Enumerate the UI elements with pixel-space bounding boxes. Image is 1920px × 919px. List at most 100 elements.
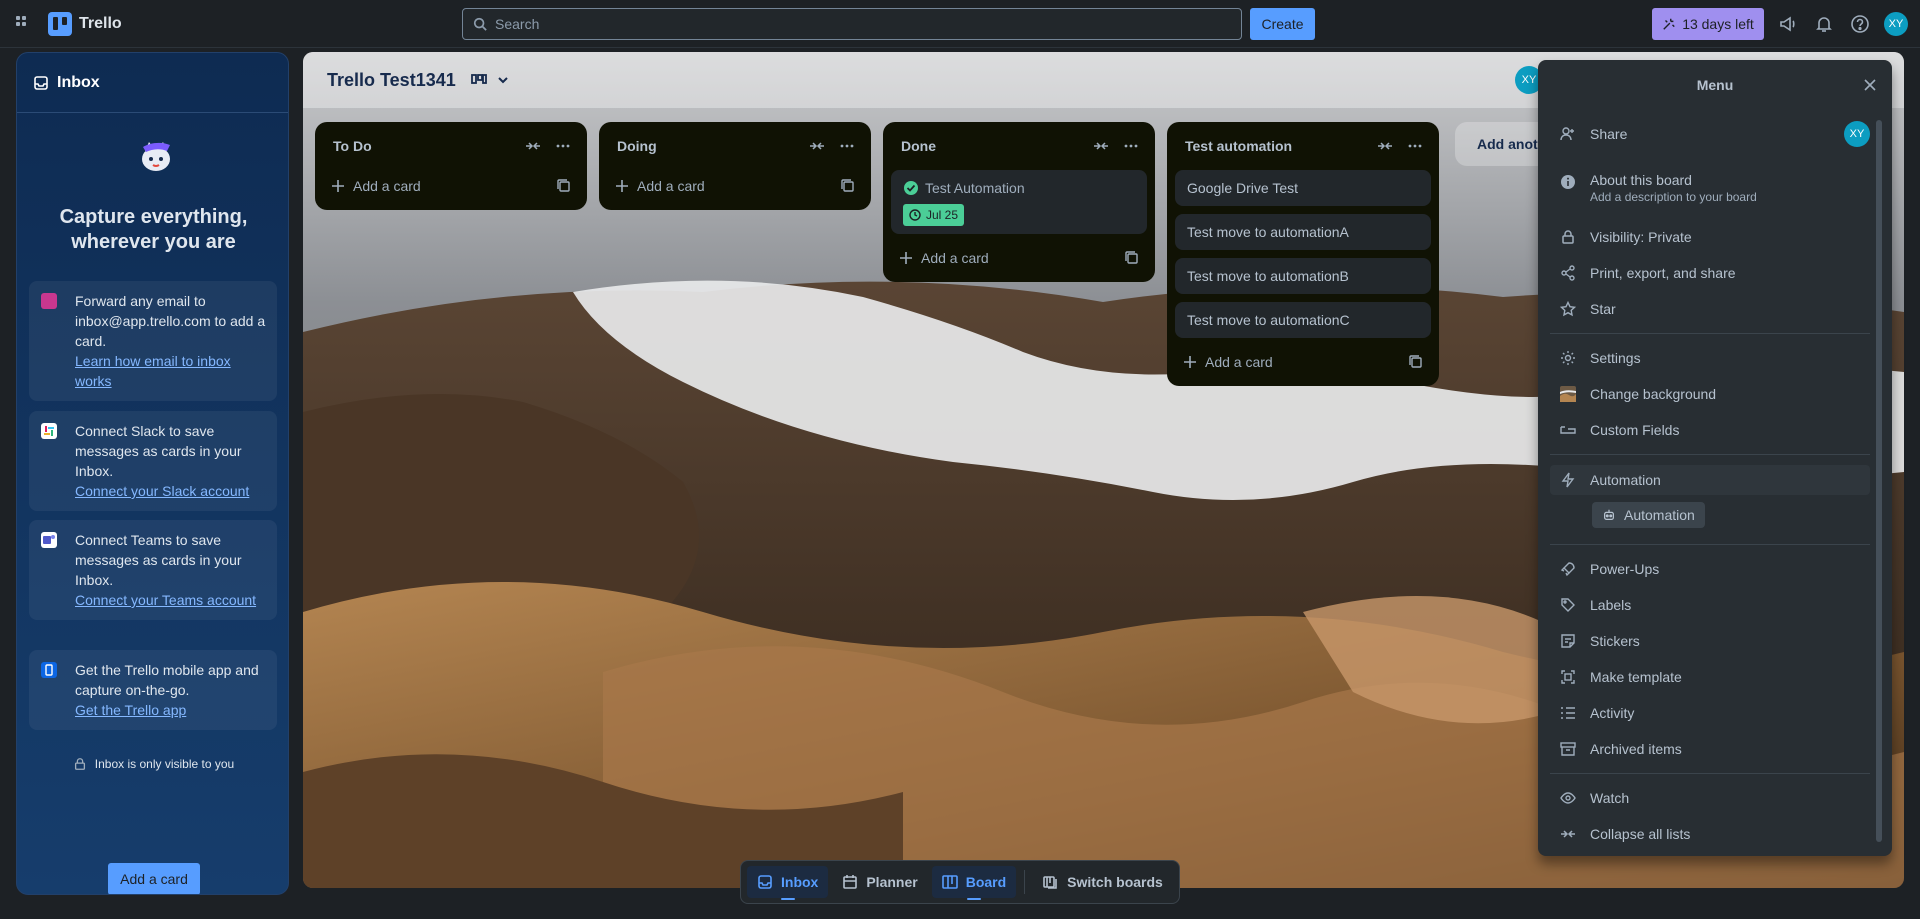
card[interactable]: Test move to automationC: [1175, 302, 1431, 338]
list-title[interactable]: Test automation: [1185, 138, 1292, 154]
automation-label: Automation: [1590, 472, 1661, 488]
add-card-label: Add a card: [921, 250, 989, 266]
menu-item-power-ups[interactable]: Power-Ups: [1550, 559, 1870, 579]
bottom-navigation: Inbox Planner Board Switch boards: [740, 860, 1180, 904]
list-title[interactable]: To Do: [333, 138, 372, 154]
tip-slack-text: Connect Slack to save messages as cards …: [75, 423, 242, 479]
menu-item-about[interactable]: About this board Add a description to you…: [1550, 172, 1870, 204]
menu-item-custom-fields[interactable]: Custom Fields: [1550, 420, 1870, 440]
menu-item-share[interactable]: Share XY: [1550, 121, 1870, 147]
search-box[interactable]: [462, 8, 1242, 40]
collapse-icon[interactable]: [525, 138, 541, 154]
watch-label: Watch: [1590, 790, 1630, 806]
due-date-badge[interactable]: Jul 25: [903, 204, 965, 226]
card[interactable]: Test Automation Jul 25: [891, 170, 1147, 234]
archive-icon: [1560, 742, 1576, 756]
teams-icon: [41, 532, 57, 548]
menu-item-settings[interactable]: Settings: [1550, 348, 1870, 368]
connect-teams-link[interactable]: Connect your Teams account: [75, 590, 267, 610]
automation-chip-label: Automation: [1624, 507, 1695, 523]
about-title: About this board: [1590, 172, 1692, 188]
menu-item-automation[interactable]: Automation: [1550, 465, 1870, 495]
inbox-privacy: Inbox is only visible to you: [17, 757, 288, 771]
trello-logo-icon: [48, 12, 72, 36]
add-card-button[interactable]: Add a card: [607, 170, 863, 202]
list-title[interactable]: Doing: [617, 138, 657, 154]
chevron-down-icon[interactable]: [496, 73, 510, 87]
nav-switch-boards[interactable]: Switch boards: [1033, 866, 1173, 898]
template-icon[interactable]: [1125, 251, 1139, 265]
trial-badge[interactable]: 13 days left: [1652, 8, 1764, 40]
user-avatar[interactable]: XY: [1884, 12, 1908, 36]
inbox-headline: Capture everything, wherever you are: [59, 206, 248, 253]
megaphone-icon[interactable]: [1778, 14, 1798, 34]
add-card-button[interactable]: Add a card: [891, 242, 1147, 274]
menu-divider: [1550, 544, 1870, 545]
more-icon[interactable]: [1407, 138, 1423, 154]
menu-item-make-template[interactable]: Make template: [1550, 667, 1870, 687]
menu-item-watch[interactable]: Watch: [1550, 788, 1870, 808]
top-bar: Trello Create 13 days left XY: [0, 0, 1920, 48]
more-icon[interactable]: [839, 138, 855, 154]
tip-teams: Connect Teams to save messages as cards …: [29, 520, 277, 620]
connect-slack-link[interactable]: Connect your Slack account: [75, 481, 267, 501]
nav-inbox[interactable]: Inbox: [747, 866, 829, 898]
gear-icon: [1561, 351, 1575, 365]
menu-item-activity[interactable]: Activity: [1550, 703, 1870, 723]
list-doing: Doing Add a card: [599, 122, 871, 210]
inbox-add-card-button[interactable]: Add a card: [108, 863, 200, 894]
automation-chip[interactable]: Automation: [1592, 502, 1705, 528]
learn-email-link[interactable]: Learn how email to inbox works: [75, 351, 267, 391]
plus-icon: [1184, 356, 1196, 368]
card[interactable]: Test move to automationA: [1175, 214, 1431, 250]
check-circle-icon[interactable]: [903, 180, 919, 196]
board-menu-panel: Menu Share XY About this board Add a desc…: [1538, 60, 1892, 856]
help-icon[interactable]: [1850, 14, 1870, 34]
template-icon[interactable]: [1409, 355, 1423, 369]
more-icon[interactable]: [555, 138, 571, 154]
get-app-link[interactable]: Get the Trello app: [75, 700, 267, 720]
robot-icon: [1604, 509, 1614, 520]
app-switcher-icon[interactable]: [14, 14, 34, 34]
template-icon[interactable]: [557, 179, 571, 193]
card[interactable]: Google Drive Test: [1175, 170, 1431, 206]
menu-item-print[interactable]: Print, export, and share: [1550, 263, 1870, 283]
collapse-icon[interactable]: [809, 138, 825, 154]
menu-item-labels[interactable]: Labels: [1550, 595, 1870, 615]
collapse-icon[interactable]: [1377, 138, 1393, 154]
menu-item-star[interactable]: Star: [1550, 299, 1870, 319]
nav-planner[interactable]: Planner: [832, 866, 927, 898]
create-button[interactable]: Create: [1250, 8, 1315, 40]
search-input[interactable]: [495, 16, 1195, 32]
add-card-button[interactable]: Add a card: [1175, 346, 1431, 378]
share-avatar[interactable]: XY: [1844, 121, 1870, 147]
menu-item-change-background[interactable]: Change background: [1550, 384, 1870, 404]
lightning-icon: [1561, 472, 1575, 488]
close-icon[interactable]: [1862, 77, 1878, 93]
menu-item-archived[interactable]: Archived items: [1550, 739, 1870, 759]
trello-logo[interactable]: Trello: [48, 12, 122, 36]
board-title[interactable]: Trello Test1341: [327, 70, 456, 91]
sticker-icon: [1561, 634, 1575, 648]
print-label: Print, export, and share: [1590, 265, 1736, 281]
more-icon[interactable]: [1123, 138, 1139, 154]
list-title[interactable]: Done: [901, 138, 936, 154]
template-icon[interactable]: [841, 179, 855, 193]
menu-item-stickers[interactable]: Stickers: [1550, 631, 1870, 651]
menu-item-collapse-all[interactable]: Collapse all lists: [1550, 824, 1870, 844]
stickers-label: Stickers: [1590, 633, 1640, 649]
collapse-icon[interactable]: [1093, 138, 1109, 154]
list-done: Done Test Automation Jul 25 Add a card: [883, 122, 1155, 282]
email-icon: [41, 293, 57, 309]
board-view-icon[interactable]: [470, 72, 488, 88]
notifications-icon[interactable]: [1814, 14, 1834, 34]
nav-switch-boards-label: Switch boards: [1067, 874, 1163, 890]
menu-scrollbar[interactable]: [1876, 120, 1882, 842]
add-card-button[interactable]: Add a card: [323, 170, 579, 202]
add-person-icon: [1560, 127, 1574, 141]
menu-item-visibility[interactable]: Visibility: Private: [1550, 227, 1870, 247]
card[interactable]: Test move to automationB: [1175, 258, 1431, 294]
nav-board[interactable]: Board: [931, 866, 1017, 898]
lock-icon: [1562, 230, 1574, 244]
inbox-header: Inbox: [17, 53, 288, 113]
